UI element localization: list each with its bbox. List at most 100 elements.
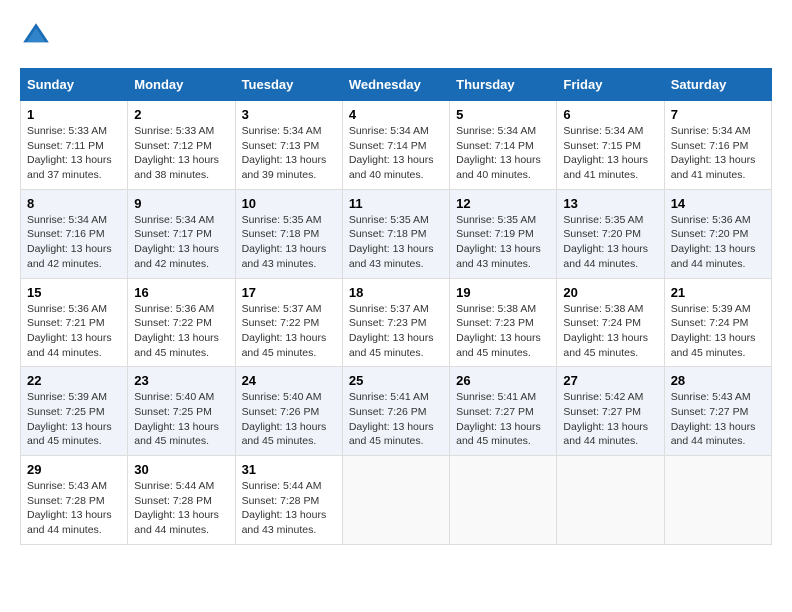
day-info: Sunrise: 5:39 AM Sunset: 7:24 PM Dayligh…	[671, 302, 765, 361]
calendar-cell: 1 Sunrise: 5:33 AM Sunset: 7:11 PM Daylig…	[21, 101, 128, 190]
day-number: 31	[242, 462, 336, 477]
weekday-header-tuesday: Tuesday	[235, 69, 342, 101]
day-info: Sunrise: 5:34 AM Sunset: 7:16 PM Dayligh…	[27, 213, 121, 272]
calendar-cell: 26 Sunrise: 5:41 AM Sunset: 7:27 PM Dayli…	[450, 367, 557, 456]
week-row-4: 22 Sunrise: 5:39 AM Sunset: 7:25 PM Dayli…	[21, 367, 772, 456]
day-info: Sunrise: 5:38 AM Sunset: 7:23 PM Dayligh…	[456, 302, 550, 361]
calendar-cell: 25 Sunrise: 5:41 AM Sunset: 7:26 PM Dayli…	[342, 367, 449, 456]
day-number: 9	[134, 196, 228, 211]
calendar-cell: 3 Sunrise: 5:34 AM Sunset: 7:13 PM Daylig…	[235, 101, 342, 190]
day-number: 28	[671, 373, 765, 388]
calendar-cell: 8 Sunrise: 5:34 AM Sunset: 7:16 PM Daylig…	[21, 189, 128, 278]
calendar-cell: 14Sunrise: 5:36 AM Sunset: 7:20 PM Dayli…	[664, 189, 771, 278]
day-number: 11	[349, 196, 443, 211]
day-number: 23	[134, 373, 228, 388]
day-number: 4	[349, 107, 443, 122]
weekday-header-saturday: Saturday	[664, 69, 771, 101]
day-number: 30	[134, 462, 228, 477]
day-number: 19	[456, 285, 550, 300]
day-info: Sunrise: 5:33 AM Sunset: 7:11 PM Dayligh…	[27, 124, 121, 183]
calendar-cell: 22 Sunrise: 5:39 AM Sunset: 7:25 PM Dayli…	[21, 367, 128, 456]
weekday-header-row: SundayMondayTuesdayWednesdayThursdayFrid…	[21, 69, 772, 101]
calendar-cell: 4 Sunrise: 5:34 AM Sunset: 7:14 PM Daylig…	[342, 101, 449, 190]
calendar-cell: 23 Sunrise: 5:40 AM Sunset: 7:25 PM Dayli…	[128, 367, 235, 456]
calendar-cell: 11 Sunrise: 5:35 AM Sunset: 7:18 PM Dayli…	[342, 189, 449, 278]
calendar-cell	[450, 456, 557, 545]
day-number: 13	[563, 196, 657, 211]
calendar-cell: 17Sunrise: 5:37 AM Sunset: 7:22 PM Dayli…	[235, 278, 342, 367]
weekday-header-sunday: Sunday	[21, 69, 128, 101]
day-info: Sunrise: 5:36 AM Sunset: 7:20 PM Dayligh…	[671, 213, 765, 272]
week-row-5: 29Sunrise: 5:43 AM Sunset: 7:28 PM Dayli…	[21, 456, 772, 545]
calendar-cell: 24Sunrise: 5:40 AM Sunset: 7:26 PM Dayli…	[235, 367, 342, 456]
day-info: Sunrise: 5:34 AM Sunset: 7:14 PM Dayligh…	[349, 124, 443, 183]
day-info: Sunrise: 5:43 AM Sunset: 7:28 PM Dayligh…	[27, 479, 121, 538]
calendar-cell: 31 Sunrise: 5:44 AM Sunset: 7:28 PM Dayli…	[235, 456, 342, 545]
calendar-cell: 16 Sunrise: 5:36 AM Sunset: 7:22 PM Dayli…	[128, 278, 235, 367]
day-number: 1	[27, 107, 121, 122]
day-info: Sunrise: 5:34 AM Sunset: 7:13 PM Dayligh…	[242, 124, 336, 183]
calendar-cell	[342, 456, 449, 545]
day-info: Sunrise: 5:41 AM Sunset: 7:27 PM Dayligh…	[456, 390, 550, 449]
calendar-cell: 5 Sunrise: 5:34 AM Sunset: 7:14 PM Daylig…	[450, 101, 557, 190]
calendar-cell: 27Sunrise: 5:42 AM Sunset: 7:27 PM Dayli…	[557, 367, 664, 456]
day-number: 22	[27, 373, 121, 388]
day-info: Sunrise: 5:34 AM Sunset: 7:16 PM Dayligh…	[671, 124, 765, 183]
weekday-header-thursday: Thursday	[450, 69, 557, 101]
day-number: 10	[242, 196, 336, 211]
day-info: Sunrise: 5:40 AM Sunset: 7:25 PM Dayligh…	[134, 390, 228, 449]
day-info: Sunrise: 5:37 AM Sunset: 7:23 PM Dayligh…	[349, 302, 443, 361]
day-info: Sunrise: 5:34 AM Sunset: 7:15 PM Dayligh…	[563, 124, 657, 183]
calendar-cell: 15 Sunrise: 5:36 AM Sunset: 7:21 PM Dayli…	[21, 278, 128, 367]
calendar-cell: 29Sunrise: 5:43 AM Sunset: 7:28 PM Dayli…	[21, 456, 128, 545]
day-number: 3	[242, 107, 336, 122]
day-number: 8	[27, 196, 121, 211]
day-info: Sunrise: 5:44 AM Sunset: 7:28 PM Dayligh…	[242, 479, 336, 538]
week-row-3: 15 Sunrise: 5:36 AM Sunset: 7:21 PM Dayli…	[21, 278, 772, 367]
day-info: Sunrise: 5:44 AM Sunset: 7:28 PM Dayligh…	[134, 479, 228, 538]
day-info: Sunrise: 5:35 AM Sunset: 7:18 PM Dayligh…	[349, 213, 443, 272]
logo	[20, 20, 58, 52]
day-info: Sunrise: 5:43 AM Sunset: 7:27 PM Dayligh…	[671, 390, 765, 449]
calendar-cell: 2Sunrise: 5:33 AM Sunset: 7:12 PM Daylig…	[128, 101, 235, 190]
day-number: 26	[456, 373, 550, 388]
calendar-cell	[664, 456, 771, 545]
day-info: Sunrise: 5:39 AM Sunset: 7:25 PM Dayligh…	[27, 390, 121, 449]
calendar-table: SundayMondayTuesdayWednesdayThursdayFrid…	[20, 68, 772, 545]
day-number: 16	[134, 285, 228, 300]
day-number: 5	[456, 107, 550, 122]
calendar-cell: 20Sunrise: 5:38 AM Sunset: 7:24 PM Dayli…	[557, 278, 664, 367]
calendar-cell: 18 Sunrise: 5:37 AM Sunset: 7:23 PM Dayli…	[342, 278, 449, 367]
weekday-header-friday: Friday	[557, 69, 664, 101]
calendar-cell: 9 Sunrise: 5:34 AM Sunset: 7:17 PM Daylig…	[128, 189, 235, 278]
day-number: 15	[27, 285, 121, 300]
day-number: 12	[456, 196, 550, 211]
calendar-cell: 12Sunrise: 5:35 AM Sunset: 7:19 PM Dayli…	[450, 189, 557, 278]
calendar-cell: 21 Sunrise: 5:39 AM Sunset: 7:24 PM Dayli…	[664, 278, 771, 367]
weekday-header-monday: Monday	[128, 69, 235, 101]
week-row-1: 1 Sunrise: 5:33 AM Sunset: 7:11 PM Daylig…	[21, 101, 772, 190]
calendar-cell: 19 Sunrise: 5:38 AM Sunset: 7:23 PM Dayli…	[450, 278, 557, 367]
day-info: Sunrise: 5:38 AM Sunset: 7:24 PM Dayligh…	[563, 302, 657, 361]
calendar-cell: 13 Sunrise: 5:35 AM Sunset: 7:20 PM Dayli…	[557, 189, 664, 278]
day-number: 18	[349, 285, 443, 300]
day-info: Sunrise: 5:36 AM Sunset: 7:22 PM Dayligh…	[134, 302, 228, 361]
day-number: 7	[671, 107, 765, 122]
day-info: Sunrise: 5:35 AM Sunset: 7:18 PM Dayligh…	[242, 213, 336, 272]
day-info: Sunrise: 5:40 AM Sunset: 7:26 PM Dayligh…	[242, 390, 336, 449]
day-number: 2	[134, 107, 228, 122]
day-number: 21	[671, 285, 765, 300]
day-number: 25	[349, 373, 443, 388]
weekday-header-wednesday: Wednesday	[342, 69, 449, 101]
calendar-cell: 28 Sunrise: 5:43 AM Sunset: 7:27 PM Dayli…	[664, 367, 771, 456]
day-info: Sunrise: 5:36 AM Sunset: 7:21 PM Dayligh…	[27, 302, 121, 361]
day-number: 27	[563, 373, 657, 388]
day-number: 17	[242, 285, 336, 300]
week-row-2: 8 Sunrise: 5:34 AM Sunset: 7:16 PM Daylig…	[21, 189, 772, 278]
day-info: Sunrise: 5:34 AM Sunset: 7:17 PM Dayligh…	[134, 213, 228, 272]
day-info: Sunrise: 5:34 AM Sunset: 7:14 PM Dayligh…	[456, 124, 550, 183]
day-info: Sunrise: 5:35 AM Sunset: 7:20 PM Dayligh…	[563, 213, 657, 272]
calendar-cell: 6Sunrise: 5:34 AM Sunset: 7:15 PM Daylig…	[557, 101, 664, 190]
day-info: Sunrise: 5:41 AM Sunset: 7:26 PM Dayligh…	[349, 390, 443, 449]
calendar-cell: 7 Sunrise: 5:34 AM Sunset: 7:16 PM Daylig…	[664, 101, 771, 190]
